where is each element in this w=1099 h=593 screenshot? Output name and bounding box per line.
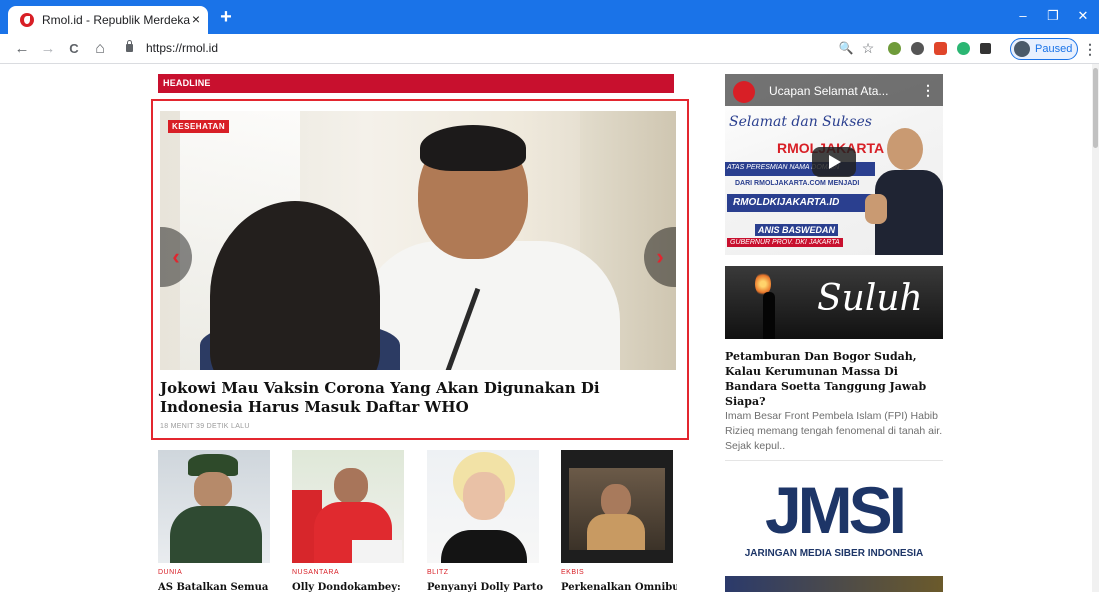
url-text[interactable]: https://rmol.id [146, 41, 218, 55]
jmsi-logo: JMSI [764, 473, 907, 547]
close-window-button[interactable]: ✕ [1073, 6, 1093, 26]
category-badge[interactable]: KESEHATAN [168, 120, 230, 133]
suluh-logo-text: Suluh [817, 278, 923, 319]
video-title-bar: Ucapan Selamat Ata... ⋮ [725, 74, 943, 106]
news-card-image[interactable] [292, 450, 404, 563]
headline-timestamp: 18 MENIT 39 DETIK LALU [160, 423, 250, 430]
paused-label: Paused [1035, 43, 1073, 55]
new-tab-button[interactable]: + [216, 7, 236, 27]
headline-label: HEADLINE [163, 78, 211, 88]
scrollbar-thumb[interactable] [1093, 68, 1098, 148]
thumbs-up-hand [865, 194, 887, 224]
zoom-icon[interactable]: 🔍 [838, 40, 854, 56]
restore-button[interactable]: ❐ [1043, 6, 1063, 26]
news-card-image[interactable] [561, 450, 673, 563]
headline-title-link[interactable]: Jokowi Mau Vaksin Corona Yang Akan Digun… [160, 379, 680, 417]
news-card[interactable]: EKBIS Perkenalkan Omnibus [561, 450, 677, 593]
news-card-image[interactable] [158, 450, 270, 563]
sidebar-article-excerpt: Imam Besar Front Pembela Islam (FPI) Hab… [725, 410, 943, 452]
torch-figure [763, 292, 775, 339]
video-person-figure [865, 114, 943, 255]
rmol-channel-logo-icon[interactable] [733, 81, 755, 103]
tab-close-icon[interactable]: × [188, 10, 204, 28]
extension-2-icon[interactable] [911, 42, 924, 55]
back-button[interactable]: ← [12, 39, 32, 59]
video-person-head [887, 128, 923, 170]
extension-1-icon[interactable] [888, 42, 901, 55]
browser-titlebar: Rmol.id - Republik Merdeka × + – ❐ ✕ [0, 0, 1099, 34]
browser-tab[interactable]: Rmol.id - Republik Merdeka × [8, 6, 208, 34]
headline-photo[interactable]: KESEHATAN ‹ › [160, 111, 676, 370]
minimize-button[interactable]: – [1013, 6, 1033, 26]
sidebar-divider [725, 460, 943, 461]
profile-avatar [1014, 41, 1030, 57]
photo-podium [352, 540, 402, 563]
news-card-category[interactable]: NUSANTARA [292, 569, 339, 576]
photo-foreground-head [210, 201, 380, 370]
news-card-category[interactable]: BLITZ [427, 569, 449, 576]
news-card-title[interactable]: AS Batalkan Semua [158, 582, 274, 593]
jmsi-subtitle: JARINGAN MEDIA SIBER INDONESIA [744, 548, 924, 559]
news-card[interactable]: BLITZ Penyanyi Dolly Parton [427, 450, 543, 593]
lock-icon [126, 40, 133, 52]
youtube-video-embed[interactable]: Selamat dan Sukses RMOLJAKARTA ATAS PERE… [725, 74, 943, 255]
address-bar[interactable]: https://rmol.id [118, 38, 818, 60]
home-button[interactable]: ⌂ [90, 39, 110, 59]
jmsi-banner[interactable]: JMSI JARINGAN MEDIA SIBER INDONESIA [725, 469, 943, 564]
news-card[interactable]: NUSANTARA Olly Dondokambey: [292, 450, 404, 593]
rmol-favicon-icon [20, 13, 34, 27]
video-domain-text: RMOLDKIJAKARTA.ID [733, 197, 840, 208]
sidebar-article-title[interactable]: Petamburan Dan Bogor Sudah, Kalau Kerumu… [725, 349, 945, 409]
photo-speaker-hair [420, 125, 526, 171]
photo-singer-dress [441, 530, 527, 563]
browser-menu-icon[interactable]: ⋮ [1083, 40, 1097, 58]
profile-paused-button[interactable]: Paused [1010, 38, 1078, 60]
extensions-puzzle-icon[interactable] [980, 43, 991, 54]
photo-speaker-face [334, 468, 368, 504]
page-content: HEADLINE KESEHATAN ‹ › Jokowi Mau Vaksin… [0, 64, 1099, 593]
video-dari-text: DARI RMOLJAKARTA.COM MENJADI [735, 180, 860, 187]
forward-button[interactable]: → [38, 39, 58, 59]
news-card[interactable]: DUNIA AS Batalkan Semua [158, 450, 270, 593]
news-card-category[interactable]: DUNIA [158, 569, 182, 576]
reload-button[interactable]: C [64, 39, 84, 59]
news-card-title[interactable]: Perkenalkan Omnibus [561, 582, 677, 593]
extension-4-icon[interactable] [957, 42, 970, 55]
headline-section-bar: HEADLINE [158, 74, 674, 93]
video-title[interactable]: Ucapan Selamat Ata... [769, 84, 888, 98]
video-name-text: ANIS BASWEDAN [755, 224, 839, 236]
photo-caller-shirt [587, 514, 645, 550]
news-card-category[interactable]: EKBIS [561, 569, 584, 576]
extension-3-icon[interactable] [934, 42, 947, 55]
page-scrollbar[interactable] [1092, 64, 1099, 592]
news-card-title[interactable]: Penyanyi Dolly Parton [427, 582, 543, 593]
video-domain-bar: RMOLDKIJAKARTA.ID [727, 194, 875, 212]
video-role-text: GUBERNUR PROV. DKI JAKARTA [727, 238, 843, 247]
tab-title: Rmol.id - Republik Merdeka [42, 13, 191, 27]
photo-general-face [194, 472, 232, 508]
news-card-image[interactable] [427, 450, 539, 563]
photo-caller-face [601, 484, 631, 518]
video-greeting-text: Selamat dan Sukses [729, 114, 872, 130]
play-icon[interactable] [812, 147, 856, 177]
browser-toolbar: ← → C ⌂ https://rmol.id 🔍 ☆ Paused ⋮ [0, 34, 1099, 64]
sidebar-bottom-banner[interactable] [725, 576, 943, 592]
suluh-banner[interactable]: Suluh [725, 266, 943, 339]
photo-singer-face [463, 472, 505, 520]
news-card-title[interactable]: Olly Dondokambey: [292, 582, 408, 593]
photo-general-uniform [170, 506, 262, 563]
headline-slider: KESEHATAN ‹ › Jokowi Mau Vaksin Corona Y… [151, 99, 689, 440]
video-more-icon[interactable]: ⋮ [921, 82, 935, 99]
bookmark-star-icon[interactable]: ☆ [860, 40, 876, 56]
